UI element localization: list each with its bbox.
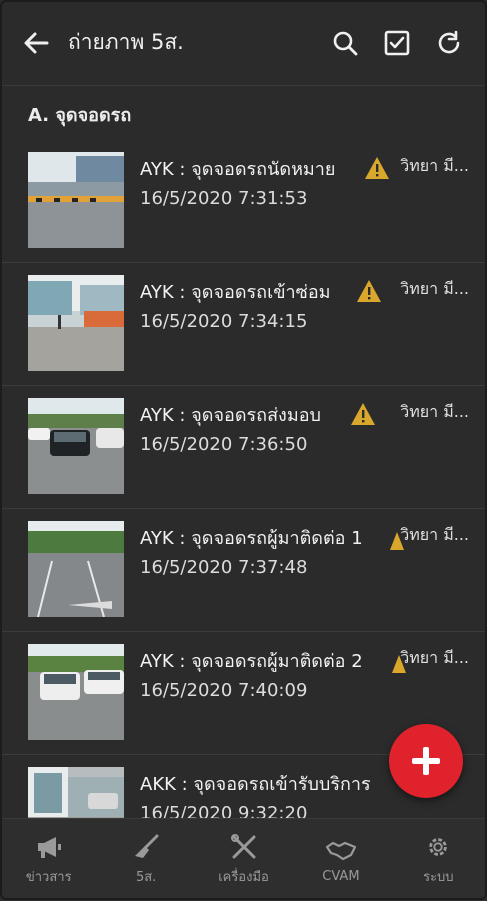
- item-title: AYK : จุดจอดรถส่งมอบ: [140, 405, 321, 426]
- item-time: 16/5/2020 7:36:50: [140, 434, 308, 455]
- nav-item-cvam[interactable]: CVAM: [292, 819, 389, 901]
- section-title: A. จุดจอดรถ: [28, 105, 132, 126]
- item-user: วิทยา มี...: [400, 648, 469, 667]
- gear-icon: [429, 837, 448, 856]
- megaphone-icon: [37, 836, 61, 858]
- item-user: วิทยา มี...: [400, 279, 469, 298]
- item-title: AYK : จุดจอดรถเข้าซ่อม: [140, 282, 331, 303]
- page-title: ถ่ายภาพ 5ส.: [68, 30, 184, 54]
- list-item[interactable]: AYK : จุดจอดรถนัดหมาย วิทยา มี... 16/5/2…: [0, 140, 487, 263]
- warning-icon: [350, 402, 376, 426]
- warning-icon: [364, 156, 390, 180]
- service-parking-photo: [28, 767, 124, 818]
- item-title: AYK : จุดจอดรถผู้มาติดต่อ 2: [140, 651, 363, 672]
- item-title: AKK : จุดจอดรถเข้ารับบริการ: [140, 774, 371, 795]
- visitor-parking-2-photo: [28, 644, 124, 740]
- nav-label: ข่าวสาร: [25, 869, 72, 885]
- nav-item-system[interactable]: ระบบ: [390, 819, 487, 901]
- visitor-parking-1-photo: [28, 521, 124, 617]
- service-entrance-photo: [28, 275, 124, 371]
- item-title: AYK : จุดจอดรถนัดหมาย: [140, 159, 336, 180]
- item-user: วิทยา มี...: [400, 525, 469, 544]
- item-time: 16/5/2020 7:34:15: [140, 311, 308, 332]
- nav-label: CVAM: [322, 868, 360, 884]
- warning-icon: [356, 279, 382, 303]
- nav-label: เครื่องมือ: [218, 869, 269, 885]
- item-time: 16/5/2020 7:40:09: [140, 680, 308, 701]
- list-item[interactable]: AYK : จุดจอดรถเข้าซ่อม วิทยา มี... 16/5/…: [0, 263, 487, 386]
- tools-icon: [230, 833, 256, 858]
- nav-item-tools[interactable]: เครื่องมือ: [195, 819, 292, 901]
- item-user: วิทยา มี...: [400, 402, 469, 421]
- item-time: 16/5/2020 7:37:48: [140, 557, 308, 578]
- refresh-icon[interactable]: [429, 23, 469, 63]
- broom-icon: [135, 834, 159, 858]
- item-time: 16/5/2020 7:31:53: [140, 188, 308, 209]
- bottom-navigation: ข่าวสาร 5ส. เครื่องมือ CVAM ระบบ: [0, 818, 487, 901]
- nav-label: 5ส.: [135, 869, 157, 885]
- list-item[interactable]: AYK : จุดจอดรถส่งมอบ วิทยา มี... 16/5/20…: [0, 386, 487, 509]
- search-icon[interactable]: [325, 23, 365, 63]
- parking-entrance-photo: [28, 152, 124, 248]
- list-item[interactable]: AYK : จุดจอดรถผู้มาติดต่อ 1 วิทยา มี... …: [0, 509, 487, 632]
- back-arrow-icon[interactable]: [18, 25, 54, 61]
- handshake-icon: [325, 841, 357, 860]
- item-user: วิทยา มี...: [400, 156, 469, 175]
- nav-item-news[interactable]: ข่าวสาร: [0, 819, 97, 901]
- item-time: 16/5/2020 9:32:20: [140, 803, 308, 818]
- checkbox-icon[interactable]: [377, 23, 417, 63]
- add-button[interactable]: [389, 724, 463, 798]
- item-title: AYK : จุดจอดรถผู้มาติดต่อ 1: [140, 528, 363, 549]
- nav-label: ระบบ: [423, 869, 454, 885]
- photo-list[interactable]: AYK : จุดจอดรถนัดหมาย วิทยา มี... 16/5/2…: [0, 140, 487, 818]
- app-bar: ถ่ายภาพ 5ส.: [0, 0, 487, 86]
- delivery-parking-photo: [28, 398, 124, 494]
- nav-item-5s[interactable]: 5ส.: [97, 819, 194, 901]
- plus-icon: [412, 747, 440, 775]
